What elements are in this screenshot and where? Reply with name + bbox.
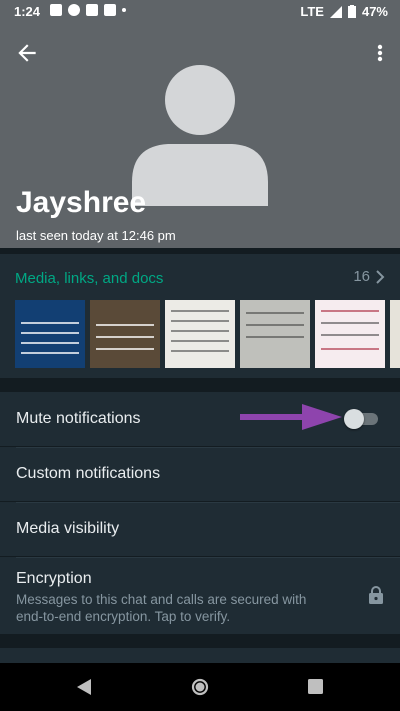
media-thumbnail[interactable] (315, 300, 385, 368)
media-section[interactable]: Media, links, and docs 16 (0, 254, 400, 378)
media-thumbnail[interactable] (90, 300, 160, 368)
status-time: 1:24 (14, 4, 41, 19)
toggle-knob (344, 409, 364, 429)
media-thumbnail[interactable] (240, 300, 310, 368)
back-button[interactable] (14, 40, 40, 66)
drive-notification-icon (86, 4, 98, 16)
media-visibility-row[interactable]: Media visibility (0, 502, 400, 556)
annotation-arrow-icon (240, 404, 342, 430)
nav-back-icon[interactable] (76, 678, 92, 696)
system-navigation-bar (0, 663, 400, 711)
divider (16, 447, 400, 448)
more-notifications-icon (122, 8, 126, 12)
notification-icons (50, 4, 126, 16)
battery-icon (347, 5, 356, 18)
media-thumbnail[interactable] (390, 300, 400, 368)
encryption-description: Messages to this chat and calls are secu… (16, 592, 307, 624)
lock-icon (369, 586, 383, 604)
encryption-row[interactable]: Encryption Messages to this chat and cal… (0, 557, 400, 634)
nav-home-icon[interactable] (191, 678, 209, 696)
status-right: LTE 47% (300, 4, 388, 19)
last-seen-text: last seen today at 12:46 pm (16, 228, 176, 243)
media-count[interactable]: 16 (353, 268, 370, 285)
media-thumbnail[interactable] (15, 300, 85, 368)
media-thumbnail[interactable] (165, 300, 235, 368)
chevron-right-icon[interactable] (374, 269, 386, 285)
battery-label: 47% (361, 4, 388, 19)
message-notification-icon (50, 4, 62, 16)
contact-name: Jayshree (16, 186, 147, 219)
network-label: LTE (300, 4, 324, 19)
mute-notifications-label: Mute notifications (16, 410, 141, 427)
photos-notification-icon (104, 4, 116, 16)
signal-icon (329, 5, 342, 18)
avatar[interactable] (130, 64, 270, 206)
encryption-title: Encryption (16, 570, 92, 587)
divider (16, 502, 400, 503)
nav-recents-icon[interactable] (308, 679, 323, 694)
more-options-icon[interactable] (372, 40, 388, 66)
custom-notifications-row[interactable]: Custom notifications (0, 447, 400, 501)
contact-header: Jayshree last seen today at 12:46 pm (0, 24, 400, 248)
mute-notifications-toggle[interactable] (344, 409, 378, 429)
media-title[interactable]: Media, links, and docs (15, 270, 163, 287)
status-bar: 1:24 LTE 47% (0, 0, 400, 24)
app-notification-icon (68, 4, 80, 16)
media-visibility-label: Media visibility (16, 520, 120, 537)
media-thumbnails (15, 300, 400, 368)
divider (16, 557, 400, 558)
custom-notifications-label: Custom notifications (16, 465, 161, 482)
